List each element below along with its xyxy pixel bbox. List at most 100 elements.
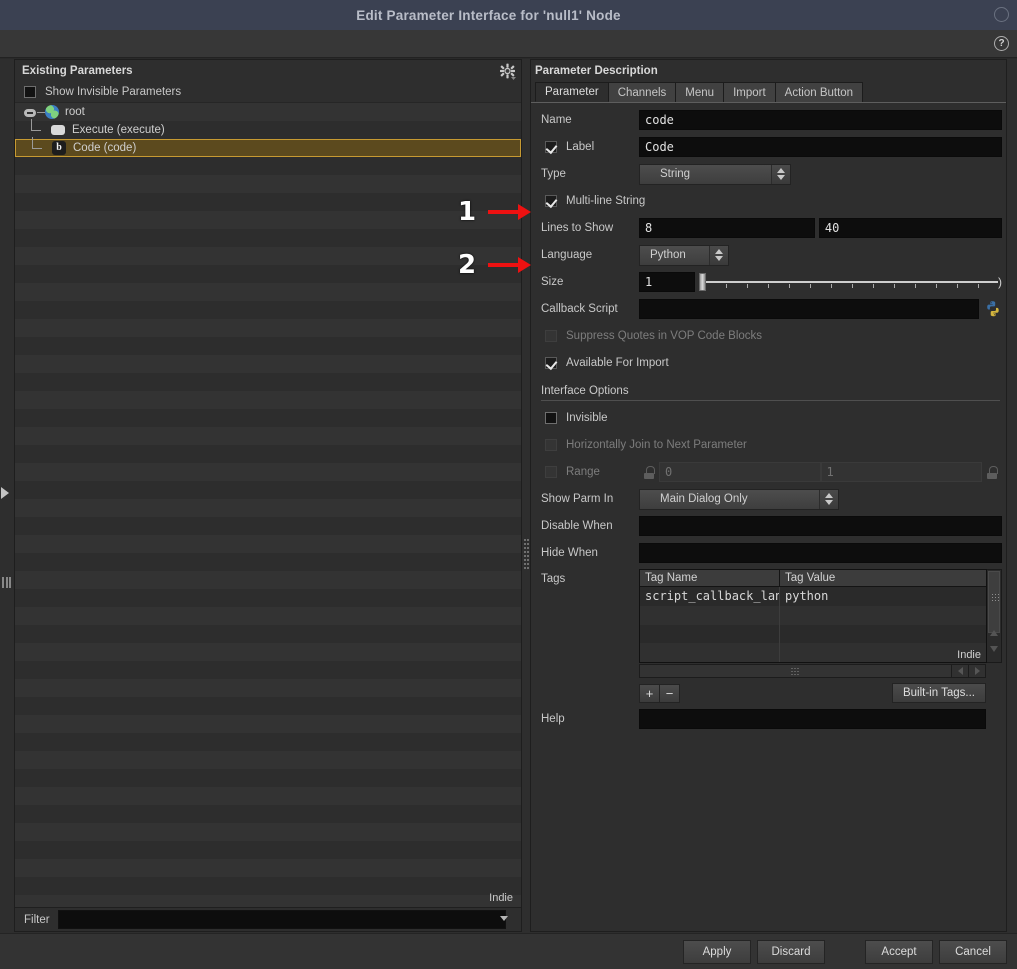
table-row[interactable] xyxy=(640,605,986,625)
spinner-icon[interactable] xyxy=(819,489,838,509)
language-dropdown[interactable]: Python xyxy=(639,244,729,266)
table-row[interactable] xyxy=(640,643,986,662)
label-label: Label xyxy=(566,141,595,153)
show-invisible-checkbox[interactable] xyxy=(24,86,36,98)
expand-arrow-icon[interactable] xyxy=(1,487,9,499)
tag-value-cell[interactable] xyxy=(780,625,986,644)
range-label: Range xyxy=(566,466,600,478)
invisible-label: Invisible xyxy=(566,412,608,424)
filter-row: Filter xyxy=(15,907,521,931)
remove-tag-button[interactable]: − xyxy=(659,683,680,703)
question-icon[interactable]: ? xyxy=(994,36,1009,51)
multiline-checkbox[interactable] xyxy=(545,195,557,207)
range-wrap: Range xyxy=(535,466,639,478)
tree-item-code[interactable]: b Code (code) xyxy=(15,137,521,157)
tags-row: Tags Tag Name Tag Value script_callback_… xyxy=(535,569,1002,703)
tags-vertical-scrollbar[interactable] xyxy=(987,569,1002,663)
lines-to-show-input-1[interactable]: 8 xyxy=(639,218,815,238)
section-divider xyxy=(541,400,1000,401)
b-icon: b xyxy=(52,141,66,155)
help-input[interactable] xyxy=(639,709,986,729)
tag-name-cell[interactable] xyxy=(640,643,780,662)
parameter-tree[interactable]: root Execute (execute) b Code (code) Ind… xyxy=(15,102,521,907)
available-for-import-wrap[interactable]: Available For Import xyxy=(535,357,669,369)
name-row: Name code xyxy=(535,109,1002,131)
existing-parameters-header: Existing Parameters xyxy=(15,60,521,82)
parameter-description-panel: Parameter Description Parameter Channels… xyxy=(530,59,1007,932)
apply-button[interactable]: Apply xyxy=(683,939,751,964)
tag-name-cell[interactable] xyxy=(640,624,780,644)
tags-buttons-row: + − Built-in Tags... xyxy=(639,683,1002,703)
accept-button[interactable]: Accept xyxy=(865,939,933,964)
interface-options-title: Interface Options xyxy=(541,385,629,397)
show-parm-in-dropdown[interactable]: Main Dialog Only xyxy=(639,488,839,510)
type-label: Type xyxy=(541,168,566,180)
language-label: Language xyxy=(541,249,593,261)
tab-bar: Parameter Channels Menu Import Action Bu… xyxy=(531,82,1006,103)
spinner-icon[interactable] xyxy=(771,164,790,184)
size-slider[interactable]: ) xyxy=(697,272,1002,292)
available-for-import-checkbox[interactable] xyxy=(545,357,557,369)
size-label: Size xyxy=(541,276,564,288)
spinner-icon[interactable] xyxy=(709,245,728,265)
range-min-input: 0 xyxy=(659,462,821,482)
tab-menu[interactable]: Menu xyxy=(675,82,725,102)
multiline-wrap[interactable]: Multi-line String xyxy=(535,195,645,207)
python-icon[interactable] xyxy=(984,300,1002,318)
label-checkbox[interactable] xyxy=(545,141,557,153)
callback-script-input[interactable] xyxy=(639,299,979,319)
tag-name-cell[interactable] xyxy=(640,605,780,625)
scrollbar-thumb[interactable] xyxy=(988,571,1000,633)
cancel-button[interactable]: Cancel xyxy=(939,939,1007,964)
tags-table[interactable]: Tag Name Tag Value script_callback_langu… xyxy=(639,569,987,663)
type-dropdown[interactable]: String xyxy=(639,163,791,185)
table-row[interactable] xyxy=(640,624,986,644)
tag-value-cell[interactable] xyxy=(780,643,986,662)
tab-channels[interactable]: Channels xyxy=(607,82,677,102)
size-input[interactable]: 1 xyxy=(639,272,695,292)
circle-icon[interactable] xyxy=(994,7,1009,22)
tab-import[interactable]: Import xyxy=(723,82,776,102)
button-icon xyxy=(51,125,65,135)
gutter-grip-handle[interactable] xyxy=(2,577,11,589)
arrow-up-icon[interactable] xyxy=(990,630,998,636)
invisible-row: Invisible xyxy=(535,407,1002,429)
slider-thumb[interactable] xyxy=(699,273,706,291)
tree-item-execute[interactable]: Execute (execute) xyxy=(15,119,521,139)
invisible-checkbox[interactable] xyxy=(545,412,557,424)
name-input[interactable]: code xyxy=(639,110,1002,130)
disable-when-input[interactable] xyxy=(639,516,1002,536)
callback-script-label: Callback Script xyxy=(541,303,618,315)
lock-icon[interactable] xyxy=(986,465,998,479)
invisible-wrap[interactable]: Invisible xyxy=(535,412,608,424)
show-invisible-row[interactable]: Show Invisible Parameters xyxy=(15,82,521,102)
arrow-right-icon[interactable] xyxy=(969,664,986,678)
panel-splitter[interactable] xyxy=(522,59,530,933)
hide-when-input[interactable] xyxy=(639,543,1002,563)
arrow-left-icon[interactable] xyxy=(952,664,969,678)
indie-watermark: Indie xyxy=(957,649,981,661)
chevron-down-icon[interactable] xyxy=(500,915,508,921)
label-label-wrap: Label xyxy=(535,141,639,153)
tag-value-cell[interactable]: python xyxy=(780,587,986,606)
add-tag-button[interactable]: + xyxy=(639,683,660,703)
arrow-down-icon[interactable] xyxy=(990,646,998,652)
label-input[interactable]: Code xyxy=(639,137,1002,157)
tags-horizontal-scrollbar[interactable] xyxy=(639,664,952,678)
expander-icon[interactable] xyxy=(24,106,37,119)
horizontal-join-row: Horizontally Join to Next Parameter xyxy=(535,434,1002,456)
tag-name-cell[interactable]: script_callback_language xyxy=(640,587,780,606)
built-in-tags-button[interactable]: Built-in Tags... xyxy=(891,683,986,703)
tab-parameter[interactable]: Parameter xyxy=(535,82,609,102)
table-row[interactable]: script_callback_language python xyxy=(640,587,986,606)
tree-item-root[interactable]: root xyxy=(15,103,521,121)
gear-icon[interactable] xyxy=(499,63,516,80)
filter-input[interactable] xyxy=(57,910,506,929)
discard-button[interactable]: Discard xyxy=(757,939,825,964)
splitter-grip[interactable] xyxy=(524,539,529,569)
tag-value-cell[interactable] xyxy=(780,606,986,625)
tree-connector xyxy=(37,111,45,113)
lock-icon[interactable] xyxy=(643,465,655,479)
lines-to-show-input-2[interactable]: 40 xyxy=(818,218,1002,238)
tab-action-button[interactable]: Action Button xyxy=(774,82,864,102)
